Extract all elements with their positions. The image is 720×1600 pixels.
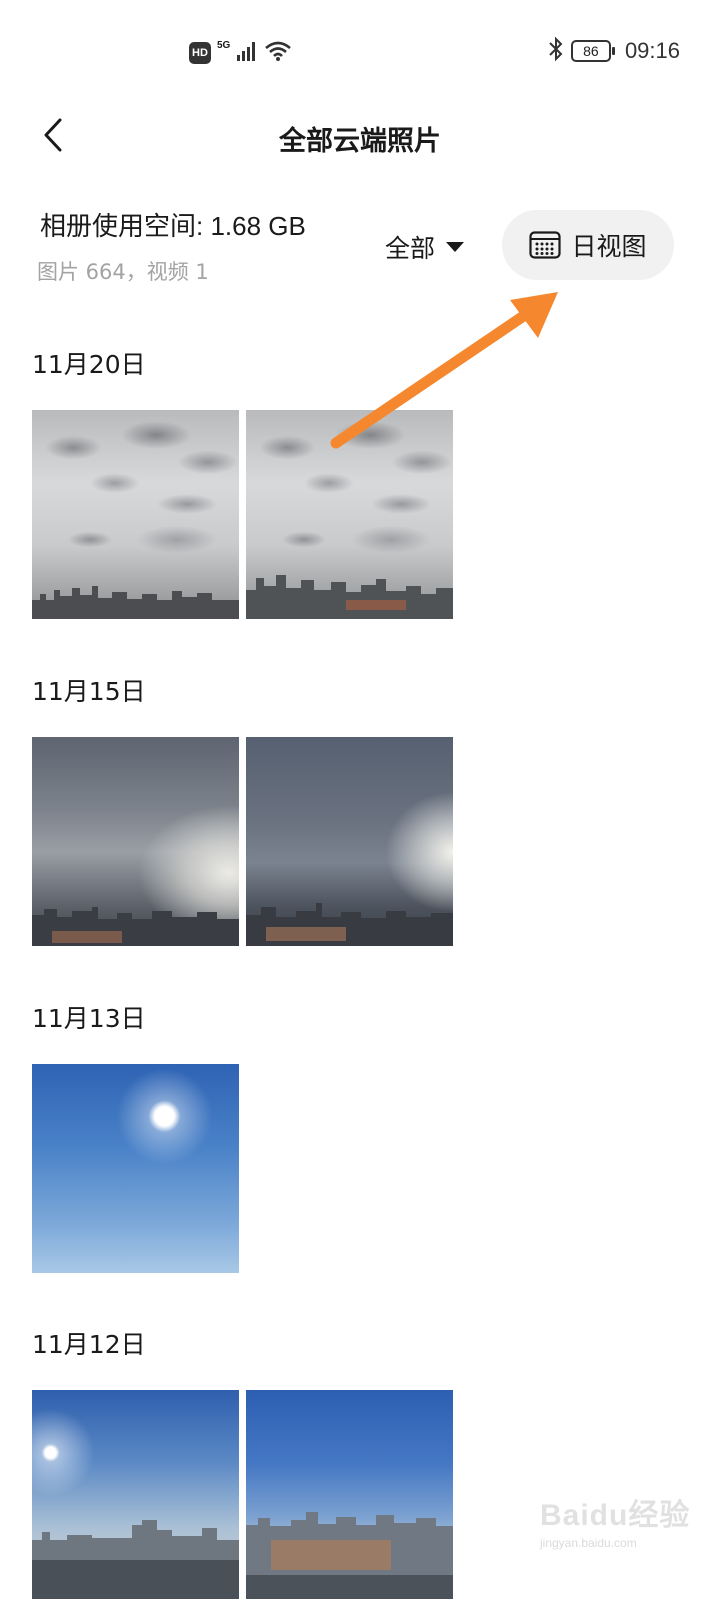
date-header: 11月13日 [32, 1004, 146, 1033]
filter-dropdown[interactable]: 全部 [385, 229, 465, 265]
filter-label: 全部 [385, 234, 436, 263]
status-left: HD 5G [189, 40, 292, 66]
page-title: 全部云端照片 [279, 126, 441, 157]
wifi-icon [264, 40, 292, 66]
battery-icon: 86 [570, 40, 615, 62]
date-header: 11月15日 [32, 677, 146, 706]
watermark-logo: Baidu经验 [540, 1499, 691, 1532]
photo-thumbnail[interactable] [32, 1064, 239, 1273]
photo-thumbnail[interactable] [32, 737, 239, 946]
signal-icon [236, 41, 258, 65]
photo-thumbnail[interactable] [246, 410, 453, 619]
photo-thumbnail[interactable] [32, 1390, 239, 1599]
caret-down-icon [446, 242, 465, 252]
album-counts: 图片 664，视频 1 [37, 260, 209, 284]
calendar-grid-icon [529, 231, 562, 259]
photo-thumbnail[interactable] [246, 737, 453, 946]
network-type: 5G [217, 39, 231, 51]
clock: 09:16 [624, 38, 680, 63]
bluetooth-icon [547, 36, 565, 66]
baidu-watermark: Baidu经验 jingyan.baidu.com [540, 1490, 690, 1550]
photo-thumbnail[interactable] [246, 1390, 453, 1599]
top-app-bar: 全部云端照片 [0, 100, 720, 172]
status-bar: HD 5G 86 09:16 [0, 0, 720, 100]
photo-thumbnail[interactable] [32, 410, 239, 619]
album-space-used: 相册使用空间: 1.68 GB [40, 211, 306, 241]
status-right: 86 09:16 [547, 36, 680, 66]
watermark-url: jingyan.baidu.com [540, 1536, 637, 1550]
day-view-label: 日视图 [571, 232, 647, 261]
date-header: 11月20日 [32, 350, 146, 379]
hd-icon: HD [189, 42, 211, 64]
day-view-button[interactable]: 日视图 [502, 210, 674, 280]
date-header: 11月12日 [32, 1330, 146, 1359]
